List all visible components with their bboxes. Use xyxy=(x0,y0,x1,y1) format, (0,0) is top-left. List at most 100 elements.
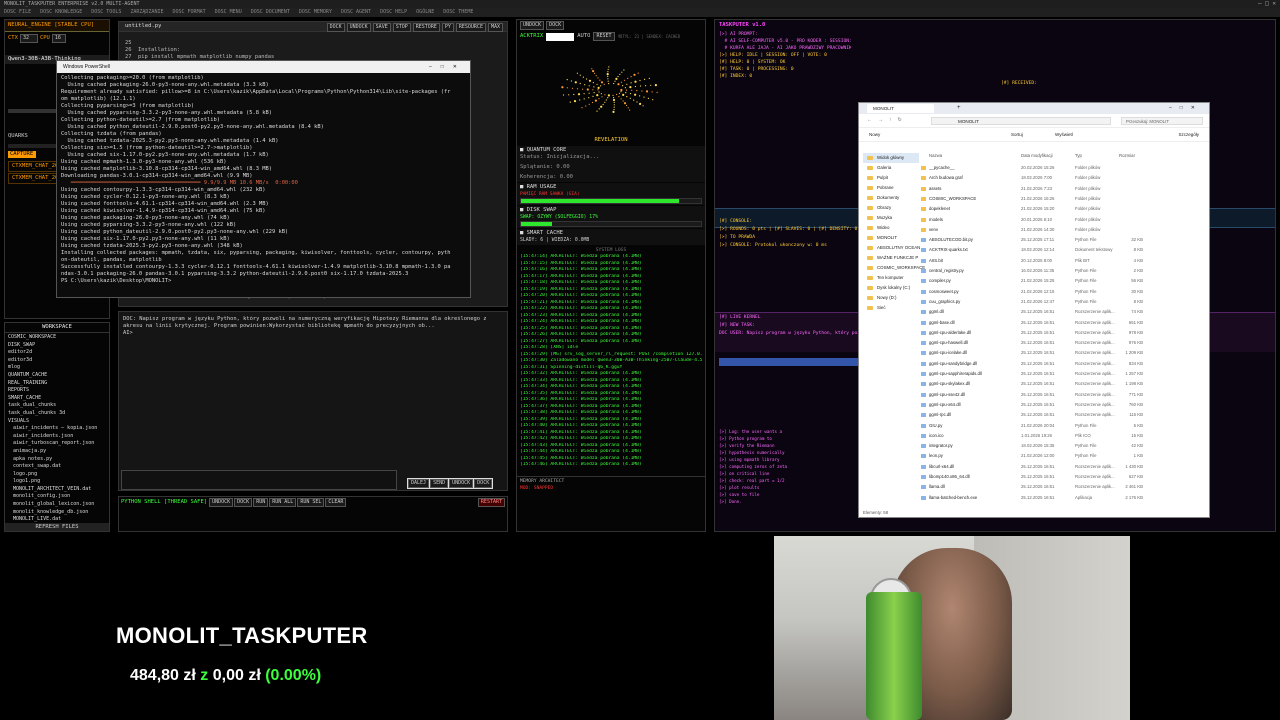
menu-item[interactable]: DOSC HELP xyxy=(380,9,407,15)
explorer-file-row[interactable]: llama-batched-bench.exe 25.12.2025 16:51 A… xyxy=(921,493,1203,503)
chat-button[interactable]: SEND xyxy=(430,479,449,488)
address-bar[interactable]: MONOLIT xyxy=(931,117,1111,125)
workspace-file[interactable]: monolit_knowledge_db.json xyxy=(8,509,106,517)
middle-dock-button[interactable]: DOCK xyxy=(546,21,565,30)
system-logs[interactable]: [15:47:14] ARCHITECT: Wiedza pobrana (4.… xyxy=(517,254,705,476)
explorer-file-row[interactable]: ggml-cpu-sandybridge.dll 25.12.2025 16:51… xyxy=(921,359,1203,369)
explorer-nav-item[interactable]: Pulpit xyxy=(863,173,919,183)
workspace-file[interactable]: logo1.png xyxy=(8,478,106,486)
explorer-file-row[interactable]: COSMIC_WORKSPACE 21.02.2026 15:26 Folder p… xyxy=(921,194,1203,204)
explorer-file-row[interactable]: AIIS.bit 20.12.2025 8:00 Plik BIT 4 KB xyxy=(921,256,1203,266)
workspace-folder[interactable]: DISK_SWAP xyxy=(8,342,106,350)
explorer-file-row[interactable]: integrator.py 18.02.2026 15:35 Python File… xyxy=(921,441,1203,451)
workspace-folder[interactable]: SMART_CACHE xyxy=(8,395,106,403)
explorer-nav-item[interactable]: MONOLIT xyxy=(863,233,919,243)
explorer-nav-item[interactable]: WAŻNE FUNKCJE P xyxy=(863,253,919,263)
workspace-file[interactable]: monolit_config.json xyxy=(8,493,106,501)
editor-toolbar-button[interactable]: UNDOCK xyxy=(346,23,371,32)
middle-undock-button[interactable]: UNDOCK xyxy=(520,21,545,30)
menu-item[interactable]: DOSC FILE xyxy=(4,9,31,15)
workspace-folder[interactable]: task_dual_chunks 3d xyxy=(8,410,106,418)
explorer-nav-item[interactable]: Nowy (D:) xyxy=(863,293,919,303)
explorer-file-row[interactable]: assets 21.02.2026 7:23 Folder plików xyxy=(921,184,1203,194)
explorer-file-row[interactable]: ggml-cpu-haswell.dll 25.12.2025 16:51 Rozs… xyxy=(921,338,1203,348)
workspace-file[interactable]: aiwir_turboscan_report.json xyxy=(8,440,106,448)
powershell-window-controls[interactable]: –□✕ xyxy=(429,61,466,73)
chat-history[interactable]: DOC: Napisz program w języku Python, któ… xyxy=(119,312,507,341)
explorer-file-row[interactable]: ggml-cpu-alderlake.dll 25.12.2025 16:51 Ro… xyxy=(921,328,1203,338)
python-shell-restart-button[interactable]: RESTART xyxy=(477,498,505,507)
explorer-file-row[interactable]: leon.py 21.02.2026 12:00 Python File 1 KB xyxy=(921,451,1203,461)
explorer-nav-item[interactable]: ABSOLUTNY OCEAN xyxy=(863,243,920,253)
shell-button[interactable]: RUN SEL xyxy=(297,498,325,507)
window-controls[interactable]: – □ ✕ xyxy=(1258,0,1276,8)
explorer-nav-item[interactable]: COSMIC_WORKSPACE xyxy=(863,263,925,273)
chat-button[interactable]: UNDOCK xyxy=(449,479,474,488)
workspace-file[interactable]: aiwir_incidents.json xyxy=(8,433,106,441)
workspace-folder[interactable]: VISUALS xyxy=(8,418,106,426)
cpu-input[interactable]: 16 xyxy=(51,34,66,43)
explorer-file-row[interactable]: llama.dll 25.12.2025 16:51 Rozszerzenie ap… xyxy=(921,482,1203,492)
explorer-nav-item[interactable]: Sieć xyxy=(863,303,919,313)
sort-button[interactable]: Sortuj xyxy=(1011,128,1023,142)
new-tab-icon[interactable]: + xyxy=(957,103,961,114)
explorer-file-row[interactable]: ggml-cpu-skylakex.dll 25.12.2025 16:51 Roz… xyxy=(921,379,1203,389)
shell-button[interactable]: RUN ALL xyxy=(269,498,297,507)
menu-item[interactable]: DOSC FORMAT xyxy=(172,9,205,15)
details-button[interactable]: Szczegóły xyxy=(1178,128,1199,142)
workspace-file[interactable]: monolit_global_lexicon.json xyxy=(8,501,106,509)
col-size[interactable]: Rozmiar xyxy=(1119,151,1135,161)
powershell-output[interactable]: Collecting packaging>=20.0 (from matplot… xyxy=(57,73,470,287)
explorer-tab[interactable]: MONOLIT xyxy=(867,104,934,113)
workspace-file[interactable]: context_swap.dat xyxy=(8,463,106,471)
explorer-nav-item[interactable]: Obrazy xyxy=(863,203,919,213)
shell-button[interactable]: CLEAR xyxy=(325,498,347,507)
new-button[interactable]: Nowy xyxy=(869,128,880,142)
workspace-file[interactable]: logo.png xyxy=(8,471,106,479)
explorer-nav-item[interactable]: Galeria xyxy=(863,163,919,173)
explorer-file-row[interactable]: ggml-cpu-icelake.dll 25.12.2025 16:51 Rozs… xyxy=(921,348,1203,358)
refresh-files-button[interactable]: REFRESH FILES xyxy=(5,523,109,531)
shell-button[interactable]: RUN xyxy=(253,498,269,507)
explorer-nav-item[interactable]: Pobrane xyxy=(863,183,919,193)
workspace-folder[interactable]: QUANTUM_CACHE xyxy=(8,372,106,380)
explorer-file-row[interactable]: ggml-base.dll 25.12.2025 16:51 Rozszerzeni… xyxy=(921,318,1203,328)
explorer-file-row[interactable]: libcurl-x64.dll 25.12.2025 16:51 Rozszerze… xyxy=(921,462,1203,472)
workspace-folder[interactable]: task_dual_chunks xyxy=(8,402,106,410)
shell-button[interactable]: UNDOCK xyxy=(209,498,234,507)
workspace-folder[interactable]: REPORTS xyxy=(8,387,106,395)
editor-toolbar-button[interactable]: PY xyxy=(441,23,454,32)
menu-item[interactable]: OGÓLNE xyxy=(416,9,434,15)
explorer-file-row[interactable]: ABSOLUTECOD.bit.py 25.12.2025 17:11 Python… xyxy=(921,235,1203,245)
explorer-file-row[interactable]: icon.ico 1.01.2026 19:26 Plik ICO 15 KB xyxy=(921,431,1203,441)
workspace-file[interactable]: animacja.py xyxy=(8,448,106,456)
explorer-file-row[interactable]: ggml-cpu-sse42.dll 25.12.2025 16:51 Rozsze… xyxy=(921,390,1203,400)
explorer-nav-item[interactable]: Dysk lokalny (C:) xyxy=(863,283,919,293)
explorer-file-row[interactable]: __pycache__ 20.02.2026 15:26 Folder plików xyxy=(921,163,1203,173)
editor-toolbar-button[interactable]: DOCK xyxy=(326,23,345,32)
workspace-folder[interactable]: editor3d xyxy=(8,357,106,365)
workspace-folder[interactable]: editor2d xyxy=(8,349,106,357)
workspace-folder[interactable]: REAL_TRAINING xyxy=(8,380,106,388)
editor-toolbar-button[interactable]: RESTORE xyxy=(412,23,440,32)
menu-item[interactable]: DOSC MENU xyxy=(215,9,242,15)
explorer-file-row[interactable]: ggml-rpc.dll 25.12.2025 16:51 Rozszerzenie… xyxy=(921,410,1203,420)
menu-item[interactable]: DOSC AGENT xyxy=(341,9,371,15)
view-button[interactable]: Wyświetl xyxy=(1055,128,1073,142)
explorer-file-row[interactable]: GIU.py 21.02.2026 20:04 Python File 5 KB xyxy=(921,421,1203,431)
menu-item[interactable]: ZARZĄDZANIE xyxy=(130,9,163,15)
explorer-search-input[interactable]: Przeszukaj: MONOLIT xyxy=(1121,117,1203,125)
workspace-file[interactable]: aiwir_incidents — kopia.json xyxy=(8,425,106,433)
workspace-folder[interactable]: mlog xyxy=(8,364,106,372)
explorer-nav-item[interactable]: Widok główny xyxy=(863,153,919,163)
menu-item[interactable]: DOSC KNOWLEDGE xyxy=(40,9,82,15)
reset-button[interactable]: RESET xyxy=(593,32,615,41)
explorer-nav-item[interactable]: Muzyka xyxy=(863,213,919,223)
col-type[interactable]: Typ xyxy=(1075,151,1082,161)
workspace-file[interactable]: apka notes.py xyxy=(8,456,106,464)
menu-item[interactable]: DOSC MEMORY xyxy=(299,9,332,15)
explorer-nav-item[interactable]: Ten komputer xyxy=(863,273,919,283)
explorer-file-row[interactable]: cosmosweet.py 21.02.2026 12:15 Python File… xyxy=(921,287,1203,297)
col-date[interactable]: Data modyfikacji xyxy=(1021,151,1053,161)
editor-toolbar-button[interactable]: SAVE xyxy=(372,23,391,32)
